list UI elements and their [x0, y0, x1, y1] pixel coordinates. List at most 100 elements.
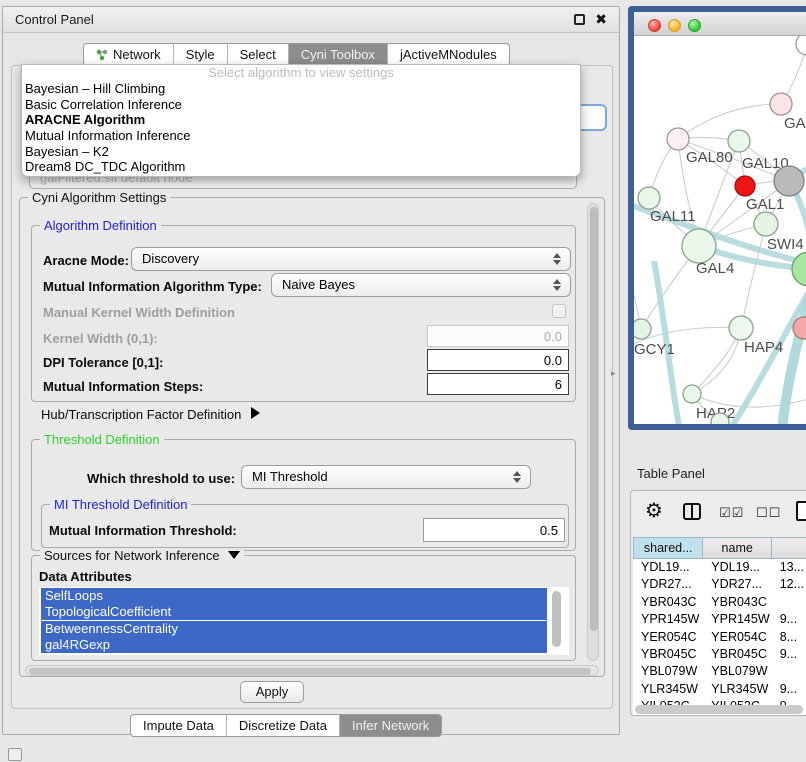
float-window-button[interactable] — [574, 14, 585, 25]
network-node-gal1[interactable] — [774, 166, 804, 196]
which-threshold-combo[interactable]: MI Threshold — [241, 465, 531, 489]
settings-group-title: Cyni Algorithm Settings — [28, 190, 170, 205]
sources-title-text: Sources for Network Inference — [44, 548, 220, 563]
table-cell: 9... — [772, 611, 806, 628]
mi-threshold-field[interactable] — [423, 518, 565, 542]
tab-label: Discretize Data — [239, 718, 327, 733]
attribute-list-item[interactable]: BetweennessCentrality — [41, 621, 547, 637]
table-row[interactable]: YBR045CYBR045C9... — [633, 646, 806, 663]
network-node-hap4[interactable] — [729, 316, 753, 340]
dropdown-item[interactable]: Mutual Information Inference — [22, 128, 580, 144]
table-row[interactable]: YBR043CYBR043C — [633, 594, 806, 611]
network-node[interactable] — [754, 212, 778, 236]
apply-button[interactable]: Apply — [240, 681, 304, 703]
table-row[interactable]: YPR145WYPR145W9... — [633, 611, 806, 628]
minimize-traffic-light[interactable] — [668, 19, 681, 32]
sources-group-title[interactable]: Sources for Network Inference — [40, 548, 244, 563]
tab-cyni-toolbox[interactable]: Cyni Toolbox — [289, 44, 388, 65]
columns-icon[interactable] — [683, 503, 701, 520]
table-cell: YBL079W — [703, 663, 771, 680]
network-node-gcy1[interactable] — [634, 319, 651, 339]
table-row[interactable]: YBL079WYBL079W — [633, 663, 806, 680]
dropdown-item[interactable]: Basic Correlation Inference — [22, 97, 580, 113]
cytopanel-dock-icon[interactable] — [8, 748, 22, 761]
document-icon[interactable] — [796, 501, 806, 521]
table-cell: YER054C — [633, 629, 703, 646]
data-attributes-list[interactable]: SelfLoopsTopologicalCoefficientBetweenne… — [39, 587, 569, 655]
settings-vscroll-thumb[interactable] — [590, 207, 598, 631]
mi-threshold-group-title: MI Threshold Definition — [50, 497, 191, 512]
attribute-list-item[interactable]: SelfLoops — [41, 588, 547, 604]
network-node[interactable] — [711, 413, 729, 430]
table-row[interactable]: YDR27...YDR27...12... — [633, 576, 806, 593]
dropdown-item[interactable]: ARACNE Algorithm — [22, 112, 580, 128]
hub-definition-toggle[interactable]: Hub/Transcription Factor Definition — [41, 407, 260, 422]
tab-style[interactable]: Style — [174, 44, 228, 65]
mi-threshold-label: Mutual Information Threshold: — [49, 523, 237, 538]
tab-label: Network — [113, 47, 161, 62]
tab-network[interactable]: Network — [84, 44, 174, 65]
table-column-header[interactable]: name — [703, 537, 772, 559]
manual-kernel-checkbox[interactable] — [552, 304, 566, 318]
settings-vscroll-track[interactable] — [587, 203, 599, 661]
attributes-list-scrollbar[interactable] — [552, 591, 561, 647]
which-threshold-value: MI Threshold — [252, 469, 328, 484]
close-panel-button[interactable]: ✖ — [595, 11, 607, 28]
network-node[interactable] — [735, 176, 755, 196]
algorithm-definition-title: Algorithm Definition — [40, 218, 161, 233]
network-canvas[interactable]: GALGAL80GAL10GAL1GAL11GAL4SWI4GCY1HAP4YH… — [634, 36, 806, 430]
network-node-gal[interactable] — [770, 93, 792, 115]
zoom-traffic-light[interactable] — [688, 19, 701, 32]
table-hscroll-thumb[interactable] — [635, 705, 803, 714]
aracne-mode-label: Aracne Mode: — [43, 253, 129, 268]
network-node-gal11[interactable] — [638, 187, 660, 209]
network-window-titlebar[interactable] — [634, 12, 806, 36]
tab-select[interactable]: Select — [228, 44, 289, 65]
select-all-checkboxes-icon[interactable]: ☑☑ — [719, 505, 744, 521]
network-node-gal10[interactable] — [728, 130, 750, 152]
aracne-mode-combo[interactable]: Discovery — [131, 247, 571, 271]
attribute-list-item[interactable]: TopologicalCoefficient — [41, 604, 547, 620]
control-panel-title: Control Panel — [15, 12, 94, 27]
table-cell — [772, 594, 806, 611]
tab-discretize-data[interactable]: Discretize Data — [227, 715, 340, 736]
control-panel-titlebar: Control Panel ✖ — [3, 7, 619, 33]
deselect-all-checkboxes-icon[interactable]: ☐☐ — [756, 505, 781, 521]
table-panel-title: Table Panel — [637, 466, 705, 481]
dropdown-item[interactable]: Bayesian – K2 — [22, 144, 580, 160]
node-label: GCY1 — [634, 341, 675, 358]
table-column-header[interactable] — [772, 537, 806, 559]
dropdown-item[interactable]: Dream8 DC_TDC Algorithm — [22, 159, 580, 175]
algorithm-dropdown-popup: Select algorithm to view settings Bayesi… — [21, 64, 581, 177]
table-row[interactable]: YLR345WYLR345W9... — [633, 681, 806, 698]
dpi-tolerance-field[interactable] — [427, 349, 569, 371]
kernel-width-field[interactable] — [427, 325, 569, 347]
settings-hscroll-track[interactable] — [25, 665, 599, 676]
split-pane-expand-icon[interactable]: ▸ — [611, 368, 616, 379]
attribute-list-item[interactable]: gal4RGexp — [41, 637, 547, 653]
table-column-header[interactable]: shared... — [633, 537, 703, 559]
aracne-mode-value: Discovery — [142, 251, 199, 266]
network-node-gal80[interactable] — [667, 128, 689, 150]
table-cell: YBR043C — [703, 594, 771, 611]
tab-label: Style — [186, 47, 215, 62]
settings-hscroll-thumb[interactable] — [29, 668, 591, 675]
tab-label: Impute Data — [143, 718, 214, 733]
table-cell: 9... — [772, 681, 806, 698]
tab-label: Infer Network — [352, 718, 429, 733]
table-cell: YBR045C — [703, 646, 771, 663]
table-row[interactable]: YER054CYER054C8... — [633, 629, 806, 646]
mi-steps-field[interactable] — [427, 373, 569, 395]
close-traffic-light[interactable] — [648, 19, 661, 32]
mi-type-combo[interactable]: Naive Bayes — [271, 273, 571, 297]
dropdown-item[interactable]: Bayesian – Hill Climbing — [22, 81, 580, 97]
tab-infer-network[interactable]: Infer Network — [340, 715, 441, 736]
tab-impute-data[interactable]: Impute Data — [131, 715, 227, 736]
network-node-gal4[interactable] — [682, 229, 716, 263]
tab-jactivemnodules[interactable]: jActiveMNodules — [388, 44, 509, 65]
table-header-row: shared...name — [633, 537, 806, 559]
table-row[interactable]: YDL19...YDL19...13... — [633, 559, 806, 576]
network-node[interactable] — [796, 36, 806, 55]
gear-icon[interactable]: ⚙ — [645, 501, 663, 521]
network-node-hap2[interactable] — [683, 385, 701, 403]
